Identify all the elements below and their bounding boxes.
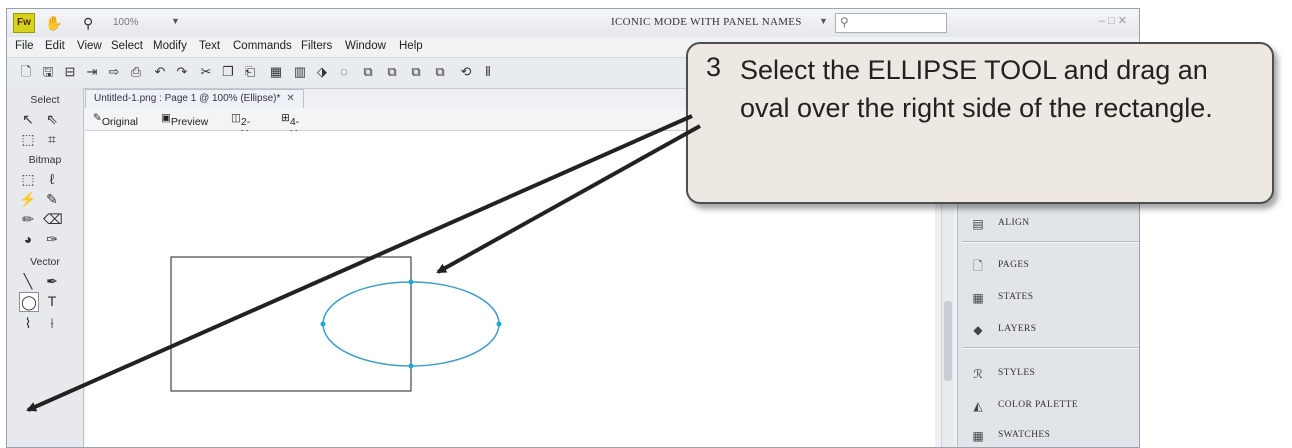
callout-arrows <box>26 114 701 412</box>
arrow-to-ellipse <box>436 124 701 274</box>
arrow-to-ellipse-tool <box>26 114 693 412</box>
